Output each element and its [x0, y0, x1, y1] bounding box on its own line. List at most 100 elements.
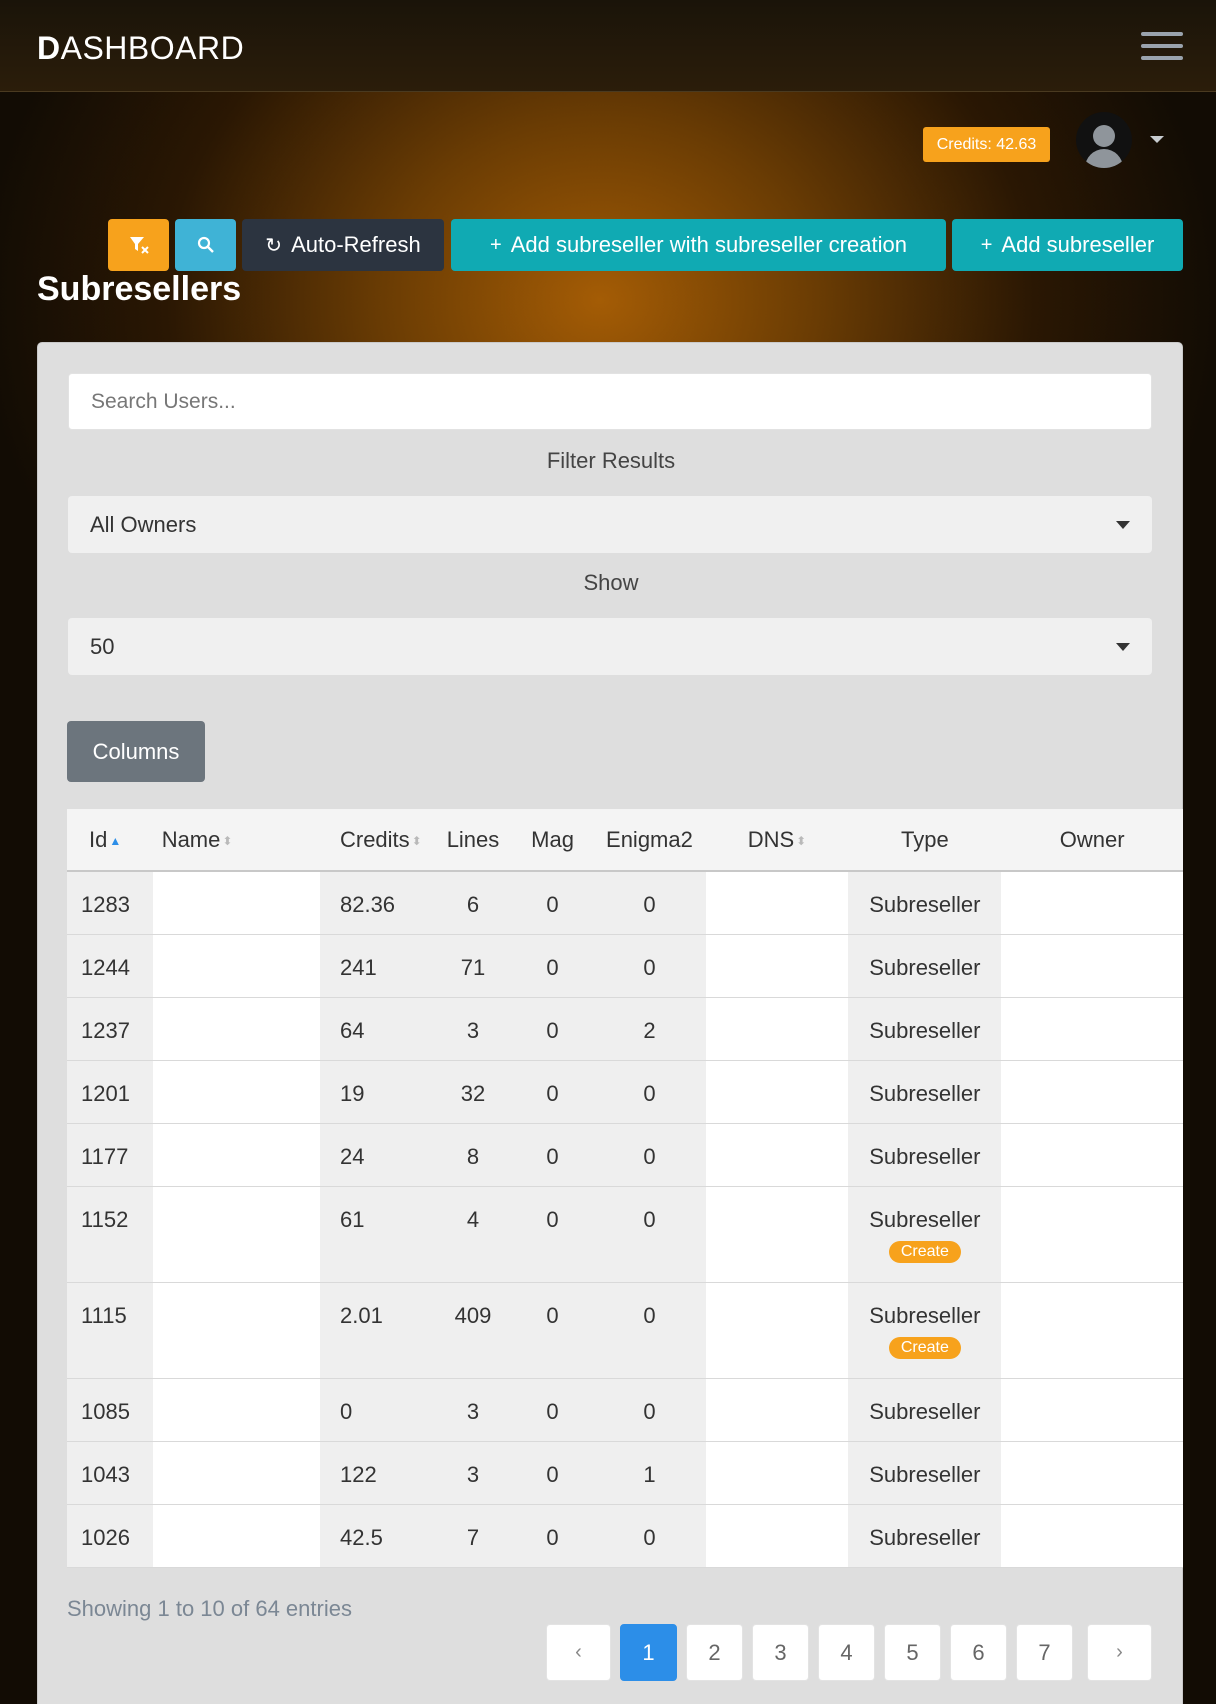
chevron-down-icon[interactable] [1150, 136, 1164, 143]
owner-select[interactable]: All Owners [68, 496, 1152, 553]
cell-owner-redacted [1001, 1282, 1183, 1379]
cell-mag: 0 [511, 1441, 594, 1505]
table-row[interactable]: 1177 24 8 0 0 Subreseller [67, 1123, 1183, 1187]
cell-type: Subreseller [848, 934, 1002, 998]
cell-lines: 3 [434, 1441, 512, 1505]
pagination-page-1[interactable]: 1 [620, 1624, 677, 1681]
cell-name-redacted [152, 934, 320, 998]
create-badge[interactable]: Create [888, 1336, 961, 1359]
cell-type: Subreseller [848, 1123, 1002, 1187]
cell-id: 1026 [67, 1504, 153, 1568]
search-input[interactable] [68, 373, 1152, 430]
cell-credits: 61 [319, 1186, 435, 1283]
menu-toggle-icon[interactable] [1141, 32, 1183, 60]
type-label: Subreseller [869, 1398, 981, 1424]
cell-id: 1043 [67, 1441, 153, 1505]
table-row[interactable]: 1152 61 4 0 0 Subreseller Create [67, 1186, 1183, 1283]
cell-credits: 42.5 [319, 1504, 435, 1568]
pagination-page-7[interactable]: 7 [1016, 1624, 1073, 1681]
cell-type: Subreseller [848, 1441, 1002, 1505]
cell-mag: 0 [511, 1282, 594, 1379]
cell-owner-redacted [1001, 1060, 1183, 1124]
cell-enigma2: 1 [593, 1441, 706, 1505]
type-label: Subreseller [869, 1143, 981, 1169]
sort-icon: ⬍ [796, 833, 807, 848]
cell-name-redacted [152, 997, 320, 1061]
pagination-next[interactable]: › [1087, 1624, 1152, 1681]
cell-lines: 6 [434, 871, 512, 935]
show-entries-select[interactable]: 50 [68, 618, 1152, 675]
create-badge[interactable]: Create [888, 1240, 961, 1263]
col-header-name[interactable]: Name ⬍ [152, 809, 320, 872]
cell-lines: 7 [434, 1504, 512, 1568]
cell-type: Subreseller [848, 1378, 1002, 1442]
table-row[interactable]: 1085 0 3 0 0 Subreseller [67, 1378, 1183, 1442]
top-navbar: DASHBOARD [0, 0, 1216, 92]
table-row[interactable]: 1201 19 32 0 0 Subreseller [67, 1060, 1183, 1124]
cell-mag: 0 [511, 1123, 594, 1187]
type-label: Subreseller [869, 892, 981, 917]
columns-button[interactable]: Columns [67, 721, 205, 782]
pagination-prev[interactable]: ‹ [546, 1624, 611, 1681]
table-row[interactable]: 1237 64 3 0 2 Subreseller [67, 997, 1183, 1061]
pagination-page-6[interactable]: 6 [950, 1624, 1007, 1681]
pagination-page-5[interactable]: 5 [884, 1624, 941, 1681]
table-row[interactable]: 1115 2.01 409 0 0 Subreseller Create [67, 1282, 1183, 1379]
cell-lines: 4 [434, 1186, 512, 1283]
table-header-row: Id ▲ Name ⬍ Credits ⬍ Lines Mag Enigma2 DNS… [67, 809, 1183, 872]
col-header-credits[interactable]: Credits ⬍ [319, 809, 435, 872]
pagination-page-4[interactable]: 4 [818, 1624, 875, 1681]
pagination-page-3[interactable]: 3 [752, 1624, 809, 1681]
cell-id: 1177 [67, 1123, 153, 1187]
cell-id: 1085 [67, 1378, 153, 1442]
cell-enigma2: 0 [593, 1186, 706, 1283]
cell-type: Subreseller Create [848, 1186, 1002, 1283]
table-row[interactable]: 1043 122 3 0 1 Subreseller [67, 1441, 1183, 1505]
cell-mag: 0 [511, 1378, 594, 1442]
cell-id: 1201 [67, 1060, 153, 1124]
col-header-type: Type [848, 809, 1002, 872]
cell-type: Subreseller [848, 871, 1002, 935]
auto-refresh-button[interactable]: ↻ Auto-Refresh [242, 219, 444, 271]
cell-name-redacted [152, 871, 320, 935]
cell-dns-redacted [705, 997, 849, 1061]
page-title: Subresellers [37, 270, 242, 308]
cell-name-redacted [152, 1504, 320, 1568]
cell-lines: 8 [434, 1123, 512, 1187]
brand-logo[interactable]: DASHBOARD [37, 30, 244, 67]
type-label: Subreseller [869, 1206, 981, 1232]
cell-type: Subreseller [848, 1504, 1002, 1568]
cell-name-redacted [152, 1186, 320, 1283]
cell-owner-redacted [1001, 871, 1183, 935]
col-header-mag: Mag [511, 809, 594, 872]
cell-owner-redacted [1001, 1186, 1183, 1283]
cell-lines: 3 [434, 1378, 512, 1442]
pagination-page-2[interactable]: 2 [686, 1624, 743, 1681]
cell-enigma2: 0 [593, 934, 706, 998]
cell-dns-redacted [705, 871, 849, 935]
cell-owner-redacted [1001, 1441, 1183, 1505]
col-header-owner: Owner [1001, 809, 1183, 872]
sort-icon: ⬍ [411, 833, 422, 848]
cell-name-redacted [152, 1378, 320, 1442]
credits-badge: Credits: 42.63 [923, 127, 1050, 162]
table-row[interactable]: 1026 42.5 7 0 0 Subreseller [67, 1504, 1183, 1568]
type-label: Subreseller [869, 1461, 981, 1487]
cell-name-redacted [152, 1123, 320, 1187]
cell-enigma2: 0 [593, 1504, 706, 1568]
add-subreseller-with-creation-button[interactable]: + Add subreseller with subreseller creat… [451, 219, 946, 271]
cell-owner-redacted [1001, 1378, 1183, 1442]
cell-mag: 0 [511, 1060, 594, 1124]
add-subreseller-button[interactable]: + Add subreseller [952, 219, 1183, 271]
table-row[interactable]: 1283 82.36 6 0 0 Subreseller [67, 871, 1183, 935]
search-icon [197, 236, 214, 253]
col-header-dns[interactable]: DNS ⬍ [705, 809, 849, 872]
search-button[interactable] [175, 219, 236, 271]
user-avatar[interactable] [1076, 112, 1132, 168]
col-header-id[interactable]: Id ▲ [67, 809, 153, 872]
cell-dns-redacted [705, 1504, 849, 1568]
clear-filter-button[interactable] [108, 219, 169, 271]
cell-lines: 409 [434, 1282, 512, 1379]
table-row[interactable]: 1244 241 71 0 0 Subreseller [67, 934, 1183, 998]
cell-mag: 0 [511, 1186, 594, 1283]
